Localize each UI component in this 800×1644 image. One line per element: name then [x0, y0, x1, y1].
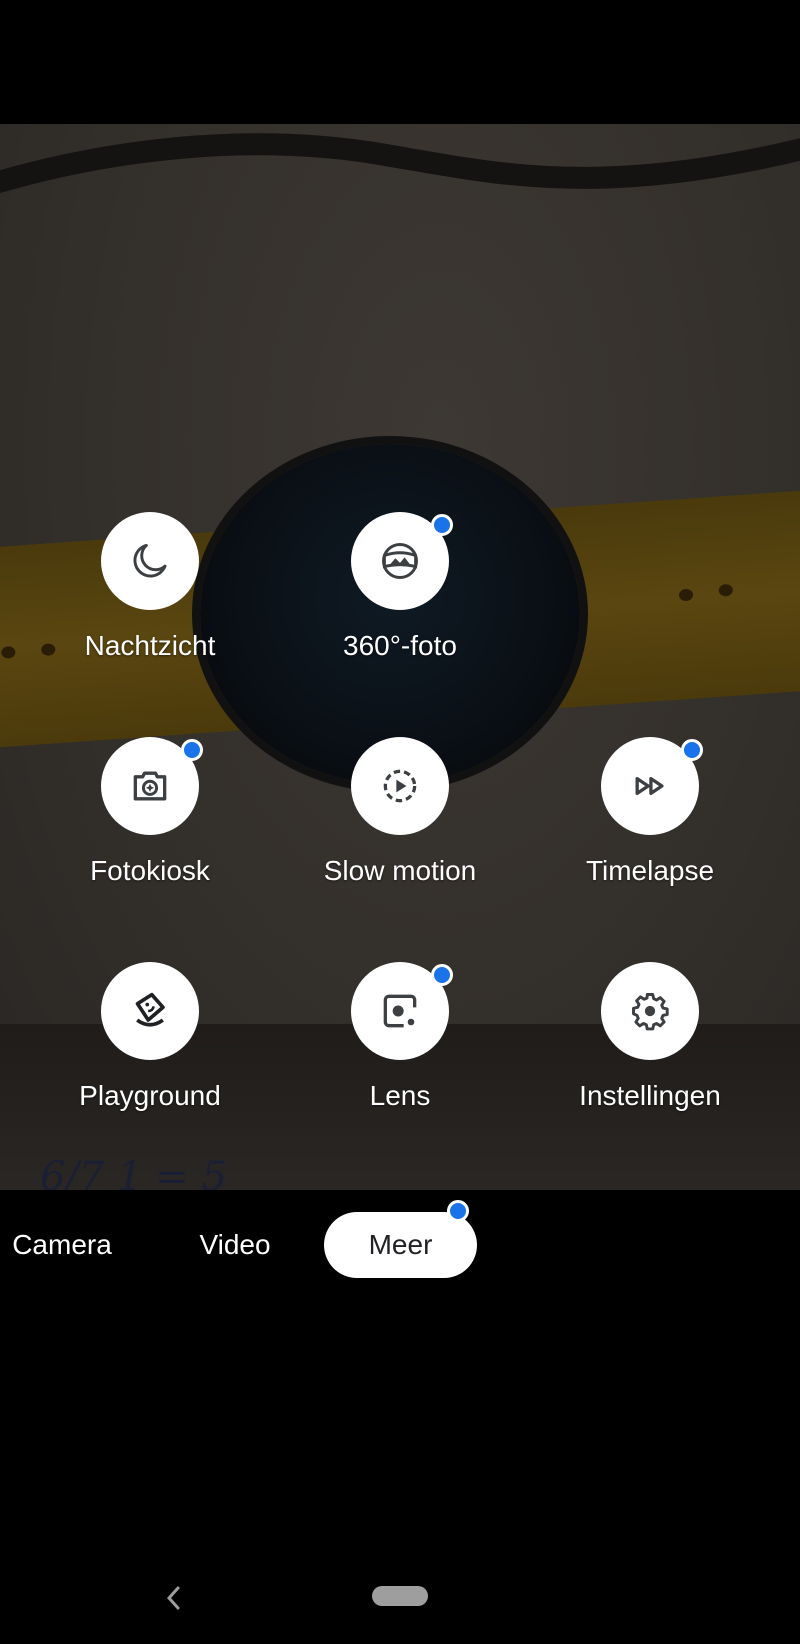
strap-hole: [0, 645, 16, 659]
slow-motion-button[interactable]: [351, 737, 449, 835]
back-icon[interactable]: [160, 1580, 188, 1616]
playground-icon: [135, 992, 165, 1027]
mode-label: Slow motion: [323, 855, 477, 886]
new-badge: [447, 1200, 469, 1222]
mode-timelapse[interactable]: Timelapse: [550, 737, 750, 887]
mode-photobooth[interactable]: Fotokiosk: [50, 737, 250, 887]
lens-button[interactable]: [351, 962, 453, 1060]
fast-forward-icon: [635, 777, 664, 795]
night-sight-button[interactable]: [101, 512, 199, 610]
tab-label: Meer: [368, 1229, 433, 1260]
settings-button[interactable]: [601, 962, 699, 1060]
mode-playground[interactable]: Playground: [50, 962, 250, 1112]
panorama-icon: [382, 543, 418, 579]
tab-video[interactable]: Video: [185, 1212, 285, 1278]
mode-label: Instellingen: [579, 1080, 721, 1111]
tab-label: Video: [199, 1229, 271, 1260]
lens-icon: [383, 994, 417, 1028]
mode-label: 360°-foto: [343, 630, 457, 661]
mode-lens[interactable]: Lens: [300, 962, 500, 1112]
mode-label: Playground: [79, 1080, 221, 1111]
new-badge: [181, 739, 203, 761]
strap-hole: [718, 583, 734, 597]
mode-label: Timelapse: [585, 855, 715, 886]
mode-label: Fotokiosk: [90, 855, 210, 886]
photobooth-icon: [133, 771, 167, 801]
timelapse-button[interactable]: [601, 737, 703, 835]
tab-more[interactable]: Meer: [324, 1200, 477, 1278]
new-badge: [431, 514, 453, 536]
mode-slow-motion[interactable]: Slow motion: [300, 737, 500, 887]
photobooth-button[interactable]: [101, 737, 203, 835]
tab-label: Camera: [12, 1229, 112, 1260]
mode-label: Nachtzicht: [84, 630, 216, 661]
new-badge: [681, 739, 703, 761]
playground-button[interactable]: [101, 962, 199, 1060]
moon-icon: [133, 543, 167, 578]
gear-icon: [632, 993, 669, 1031]
new-badge: [431, 964, 453, 986]
mode-night-sight[interactable]: Nachtzicht: [50, 512, 250, 662]
mode-settings[interactable]: Instellingen: [550, 962, 750, 1112]
mode-photo-sphere[interactable]: 360°-foto: [300, 512, 500, 662]
mode-tabs: Camera Video Meer: [0, 1190, 800, 1300]
strap-hole: [678, 588, 694, 602]
photo-sphere-button[interactable]: [351, 512, 453, 610]
cable-shape: [0, 133, 800, 194]
home-pill[interactable]: [372, 1586, 428, 1606]
tab-camera[interactable]: Camera: [0, 1212, 124, 1278]
scribble-text: 6/7 1 = 5: [40, 1154, 227, 1190]
slow-motion-icon: [383, 769, 417, 803]
mode-label: Lens: [369, 1080, 431, 1111]
